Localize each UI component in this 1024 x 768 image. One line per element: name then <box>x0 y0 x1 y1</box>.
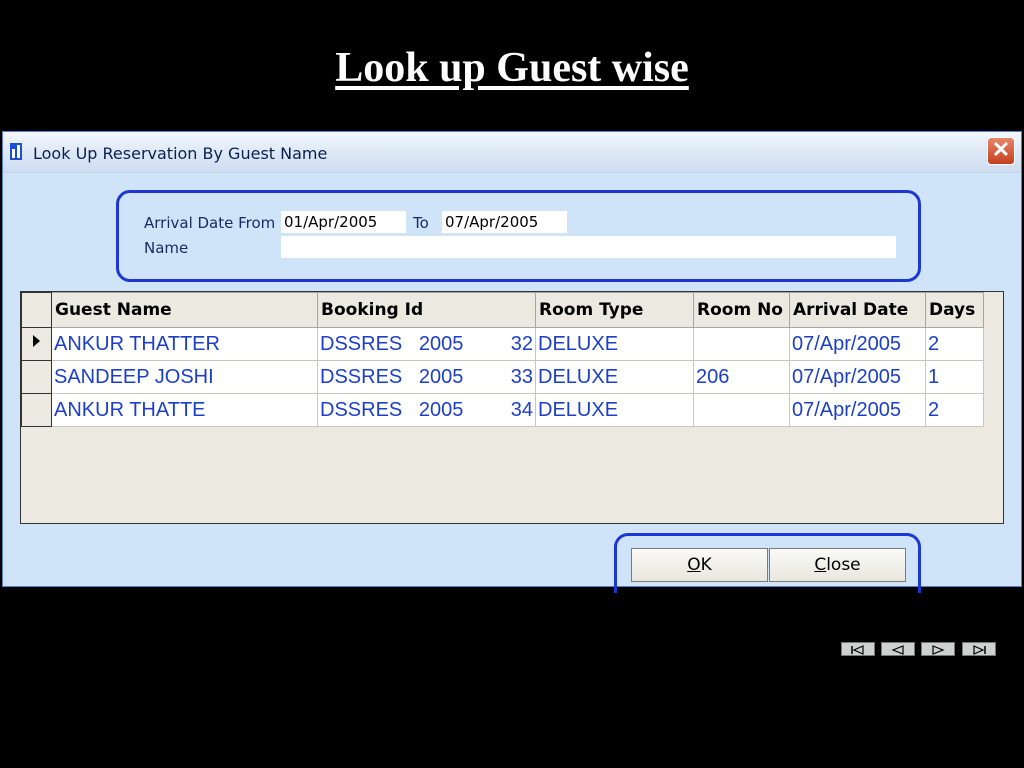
close-icon: ✕ <box>991 137 1011 162</box>
close-window-button[interactable]: ✕ <box>987 137 1015 165</box>
first-slide-button[interactable] <box>841 642 875 656</box>
row-selector[interactable] <box>21 393 52 427</box>
room-no-cell[interactable] <box>693 327 790 361</box>
row-selector[interactable] <box>21 360 52 394</box>
guest-name-field[interactable] <box>281 236 896 258</box>
table-row[interactable]: ANKUR THATTE DSSRES 2005 34 DELUXE 07/Apr… <box>21 393 984 427</box>
column-header[interactable]: Guest Name <box>51 292 318 328</box>
booking-id-cell[interactable]: DSSRES 2005 34 <box>317 393 536 427</box>
days-cell[interactable]: 2 <box>925 393 984 427</box>
button-panel: OK Close <box>614 533 921 593</box>
previous-slide-button[interactable] <box>881 642 915 656</box>
column-header[interactable]: Booking Id <box>317 292 536 328</box>
booking-id-prefix: DSSRES 2005 <box>320 365 464 388</box>
arrival-date-cell[interactable]: 07/Apr/2005 <box>789 327 926 361</box>
close-mnemonic: C <box>814 555 827 575</box>
arrival-date-cell[interactable]: 07/Apr/2005 <box>789 393 926 427</box>
last-slide-icon <box>973 645 986 655</box>
row-selector-header <box>21 292 52 328</box>
arrival-to-field[interactable]: 07/Apr/2005 <box>442 211 567 233</box>
booking-id-number: 34 <box>510 398 533 421</box>
next-slide-icon <box>932 645 945 655</box>
next-slide-button[interactable] <box>921 642 955 656</box>
app-icon <box>10 143 22 160</box>
days-cell[interactable]: 1 <box>925 360 984 394</box>
booking-id-cell[interactable]: DSSRES 2005 33 <box>317 360 536 394</box>
column-header[interactable]: Room Type <box>535 292 694 328</box>
title-bar[interactable]: Look Up Reservation By Guest Name ✕ <box>3 132 1021 173</box>
guest-name-cell[interactable]: ANKUR THATTE <box>51 393 318 427</box>
ok-label: K <box>700 555 712 575</box>
reservation-grid: Guest Name Booking Id Room Type Room No … <box>20 291 1004 524</box>
booking-id-cell[interactable]: DSSRES 2005 32 <box>317 327 536 361</box>
room-no-cell[interactable]: 206 <box>693 360 790 394</box>
arrival-date-cell[interactable]: 07/Apr/2005 <box>789 360 926 394</box>
first-slide-icon <box>851 645 864 655</box>
booking-id-prefix: DSSRES 2005 <box>320 332 464 355</box>
guest-name-cell[interactable]: ANKUR THATTER <box>51 327 318 361</box>
close-button[interactable]: Close <box>769 548 906 582</box>
room-type-cell[interactable]: DELUXE <box>535 360 694 394</box>
guest-name-cell[interactable]: SANDEEP JOSHI <box>51 360 318 394</box>
ok-button[interactable]: OK <box>631 548 768 582</box>
table-row[interactable]: SANDEEP JOSHI DSSRES 2005 33 DELUXE 206 0… <box>21 360 984 394</box>
slide-title: Look up Guest wise <box>335 45 689 91</box>
days-cell[interactable]: 2 <box>925 327 984 361</box>
previous-slide-icon <box>891 645 904 655</box>
name-label: Name <box>144 239 189 257</box>
room-no-cell[interactable] <box>693 393 790 427</box>
to-label: To <box>413 214 429 232</box>
arrival-from-label: Arrival Date From <box>144 214 276 232</box>
column-header[interactable]: Arrival Date <box>789 292 926 328</box>
filter-panel: Arrival Date From 01/Apr/2005 To 07/Apr/… <box>116 190 921 282</box>
column-header[interactable]: Room No <box>693 292 790 328</box>
booking-id-number: 33 <box>510 365 533 388</box>
column-header[interactable]: Days <box>925 292 984 328</box>
current-row-arrow-icon <box>33 335 40 347</box>
row-selector[interactable] <box>21 327 52 361</box>
arrival-from-field[interactable]: 01/Apr/2005 <box>281 211 406 233</box>
window-title: Look Up Reservation By Guest Name <box>33 144 328 163</box>
table-row[interactable]: ANKUR THATTER DSSRES 2005 32 DELUXE 07/Ap… <box>21 327 984 361</box>
room-type-cell[interactable]: DELUXE <box>535 393 694 427</box>
close-label: lose <box>826 555 861 575</box>
lookup-window: Look Up Reservation By Guest Name ✕ Arri… <box>2 131 1022 593</box>
room-type-cell[interactable]: DELUXE <box>535 327 694 361</box>
booking-id-number: 32 <box>510 332 533 355</box>
ok-mnemonic: O <box>687 555 701 575</box>
last-slide-button[interactable] <box>962 642 996 656</box>
booking-id-prefix: DSSRES 2005 <box>320 398 464 421</box>
